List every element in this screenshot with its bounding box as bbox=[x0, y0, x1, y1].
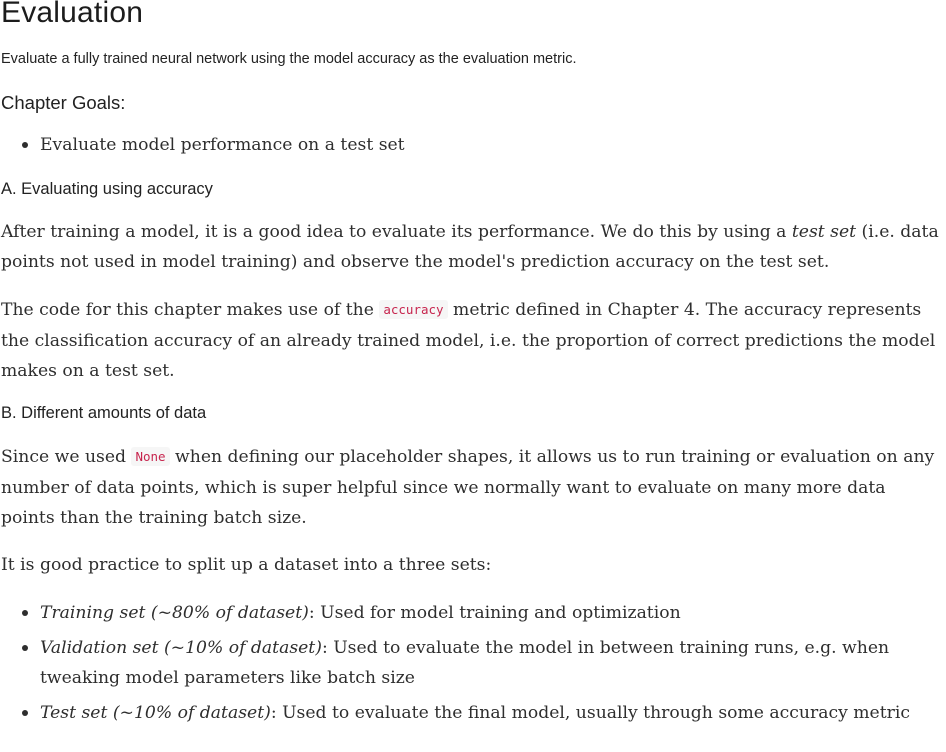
bullet-dot-icon bbox=[22, 142, 28, 148]
bullet-dot-icon bbox=[22, 610, 28, 616]
emphasis-test-set: test set bbox=[791, 222, 857, 242]
dataset-split-list: Training set (~80% of dataset): Used for… bbox=[0, 598, 944, 728]
split-name: Training set (~80% of dataset) bbox=[40, 603, 309, 623]
code-accuracy: accuracy bbox=[379, 300, 448, 319]
split-description: : Used for model training and optimizati… bbox=[308, 603, 681, 623]
paragraph-text: Since we used bbox=[1, 447, 132, 467]
section-b-heading: B. Different amounts of data bbox=[1, 404, 207, 422]
split-name: Validation set (~10% of dataset) bbox=[40, 638, 322, 658]
list-item: Training set (~80% of dataset): Used for… bbox=[0, 598, 944, 628]
split-description: : Used to evaluate the final model, usua… bbox=[270, 703, 910, 723]
goal-text: Evaluate model performance on a test set bbox=[40, 135, 405, 155]
section-b-paragraph-2: It is good practice to split up a datase… bbox=[1, 555, 492, 575]
page-title: Evaluation bbox=[1, 0, 144, 29]
split-name: Test set (~10% of dataset) bbox=[40, 703, 271, 723]
bullet-dot-icon bbox=[22, 710, 28, 716]
section-a-heading: A. Evaluating using accuracy bbox=[1, 180, 213, 198]
section-b-paragraph-1: Since we used None when defining our pla… bbox=[1, 442, 943, 533]
code-none: None bbox=[131, 447, 170, 466]
bullet-dot-icon bbox=[22, 645, 28, 651]
chapter-goals-heading: Chapter Goals: bbox=[1, 92, 126, 113]
list-item: Evaluate model performance on a test set bbox=[0, 130, 944, 160]
section-a-paragraph-1: After training a model, it is a good ide… bbox=[1, 217, 943, 277]
list-item: Test set (~10% of dataset): Used to eval… bbox=[0, 698, 944, 728]
list-item: Validation set (~10% of dataset): Used t… bbox=[0, 633, 944, 693]
page-subtitle: Evaluate a fully trained neural network … bbox=[1, 51, 577, 67]
paragraph-text: After training a model, it is a good ide… bbox=[1, 222, 792, 242]
paragraph-text: The code for this chapter makes use of t… bbox=[1, 300, 380, 320]
section-a-paragraph-2: The code for this chapter makes use of t… bbox=[1, 295, 943, 386]
chapter-goals-list: Evaluate model performance on a test set bbox=[0, 130, 944, 160]
